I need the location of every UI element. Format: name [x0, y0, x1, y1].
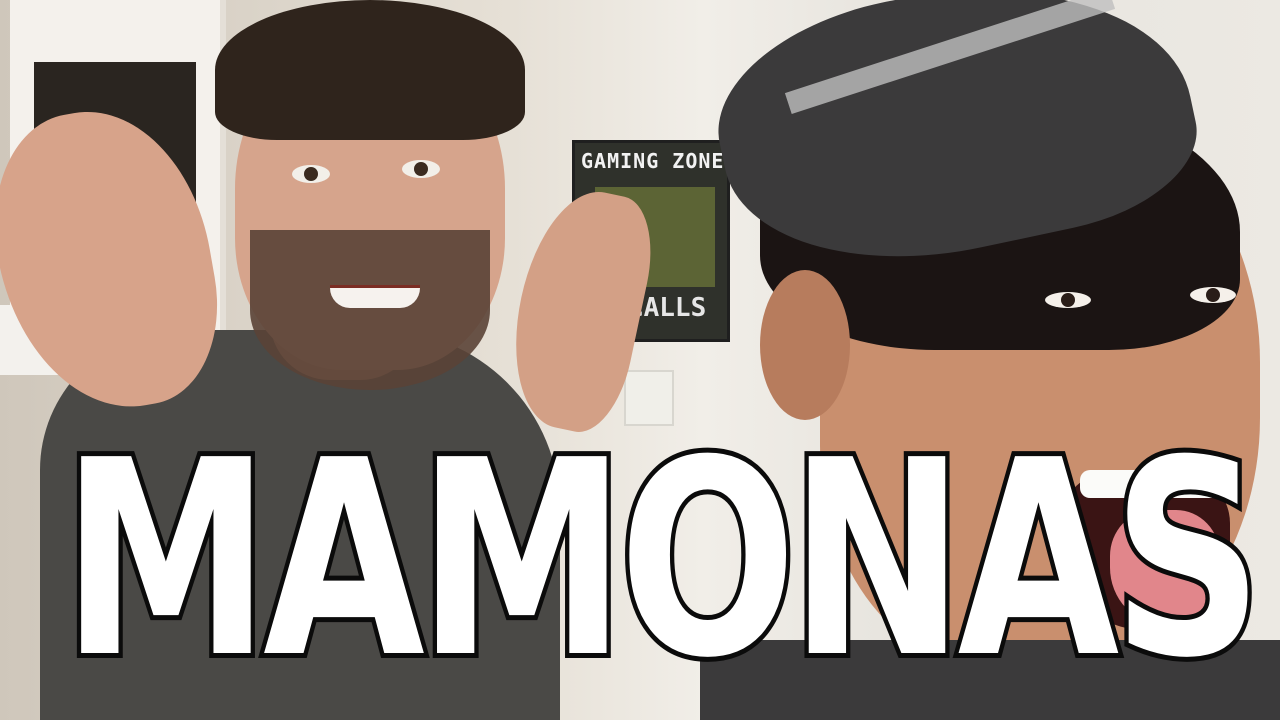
left-person-mouth	[330, 285, 420, 308]
title-overlay: MAMONAS	[58, 402, 1267, 717]
thumbnail: GAMING ZONE TY CALLS MAMONAS	[0, 0, 1280, 720]
right-person-eye-right	[1190, 287, 1236, 303]
left-person-hair	[215, 0, 525, 140]
right-person-ear	[760, 270, 850, 420]
left-person-eye-right	[402, 160, 440, 178]
right-person-eye-left	[1045, 292, 1091, 308]
left-person-beard	[250, 230, 490, 390]
left-person-eye-left	[292, 165, 330, 183]
